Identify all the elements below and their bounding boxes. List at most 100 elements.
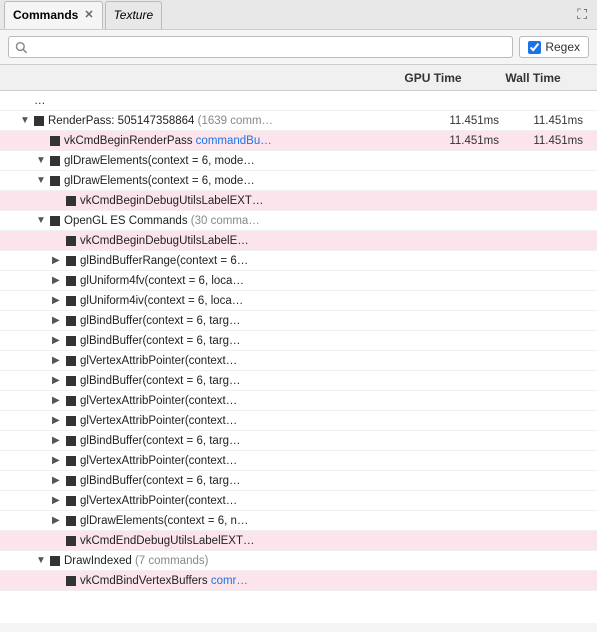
row-label: RenderPass: 505147358864 (1639 comm… <box>48 115 273 127</box>
main-container: Commands ✕ Texture ⛶ Regex GPU Time Wall… <box>0 0 597 623</box>
row-icon <box>66 576 76 586</box>
expand-icon[interactable]: ▶ <box>52 395 66 406</box>
table-row[interactable]: ▼ glDrawElements(context = 6, mode… <box>0 151 597 171</box>
row-icon <box>34 116 44 126</box>
regex-label: Regex <box>545 40 580 54</box>
expand-icon[interactable]: ▶ <box>52 415 66 426</box>
tab-bar: Commands ✕ Texture ⛶ <box>0 0 597 30</box>
table-row[interactable]: ▶ glBindBuffer(context = 6, targ… <box>0 471 597 491</box>
row-label: glVertexAttribPointer(context… <box>80 355 237 367</box>
table-row[interactable]: ▶ glVertexAttribPointer(context… <box>0 351 597 371</box>
expand-icon[interactable]: ▶ <box>52 515 66 526</box>
expand-icon[interactable]: ▶ <box>52 455 66 466</box>
expand-icon[interactable]: ▼ <box>20 115 34 126</box>
row-label: glVertexAttribPointer(context… <box>80 395 237 407</box>
row-label: glBindBuffer(context = 6, targ… <box>80 375 241 387</box>
table-row[interactable]: ▶ glUniform4fv(context = 6, loca… <box>0 271 597 291</box>
row-label: vkCmdBeginDebugUtilsLabelEXT… <box>80 195 263 207</box>
row-icon <box>66 516 76 526</box>
tab-commands[interactable]: Commands ✕ <box>4 1 103 29</box>
expand-icon[interactable]: ▶ <box>52 435 66 446</box>
maximize-button[interactable]: ⛶ <box>571 6 593 23</box>
table-row[interactable]: ▶ glBindBuffer(context = 6, targ… <box>0 311 597 331</box>
table-row[interactable]: ▼ RenderPass: 505147358864 (1639 comm… 11.… <box>0 111 597 131</box>
table-row[interactable]: vkCmdEndDebugUtilsLabelEXT… <box>0 531 597 551</box>
row-icon <box>50 136 60 146</box>
expand-icon[interactable]: ▶ <box>52 375 66 386</box>
expand-icon[interactable]: ▶ <box>52 295 66 306</box>
wall-time: 11.451ms <box>507 115 597 127</box>
expand-icon[interactable]: ▶ <box>52 355 66 366</box>
row-icon <box>50 556 60 566</box>
table-row[interactable]: ▼ DrawIndexed (7 commands) <box>0 551 597 571</box>
row-label: vkCmdBeginRenderPass commandBu… <box>64 135 272 147</box>
row-icon <box>66 376 76 386</box>
row-label: glDrawElements(context = 6, mode… <box>64 175 255 187</box>
table-row[interactable]: ▼ OpenGL ES Commands (30 comma… <box>0 211 597 231</box>
table-row[interactable]: ▶ glVertexAttribPointer(context… <box>0 391 597 411</box>
col-wall-header: Wall Time <box>483 71 583 85</box>
row-label: glBindBuffer(context = 6, targ… <box>80 315 241 327</box>
row-label: glDrawElements(context = 6, n… <box>80 515 248 527</box>
tree-container[interactable]: … ▼ RenderPass: 505147358864 (1639 comm… 11… <box>0 91 597 623</box>
row-icon <box>66 456 76 466</box>
row-icon <box>66 396 76 406</box>
row-icon <box>50 176 60 186</box>
table-row[interactable]: ▶ glBindBuffer(context = 6, targ… <box>0 431 597 451</box>
table-row[interactable]: … <box>0 91 597 111</box>
regex-checkbox[interactable] <box>528 41 541 54</box>
expand-icon[interactable]: ▼ <box>36 215 50 226</box>
table-row[interactable]: vkCmdBeginDebugUtilsLabelEXT… <box>0 191 597 211</box>
row-icon <box>66 296 76 306</box>
table-row[interactable]: vkCmdBindVertexBuffers comr… <box>0 571 597 591</box>
search-input[interactable] <box>32 40 507 54</box>
row-icon <box>66 436 76 446</box>
expand-icon[interactable]: ▼ <box>36 155 50 166</box>
expand-icon[interactable]: ▶ <box>52 275 66 286</box>
row-icon <box>66 196 76 206</box>
table-row[interactable]: ▶glVertexAttribPointer(context… <box>0 491 597 511</box>
expand-icon[interactable]: ▶ <box>52 475 66 486</box>
row-icon <box>50 156 60 166</box>
expand-icon[interactable]: ▼ <box>36 555 50 566</box>
row-label: glBindBuffer(context = 6, targ… <box>80 475 241 487</box>
row-label: vkCmdEndDebugUtilsLabelEXT… <box>80 535 255 547</box>
row-label: glBindBuffer(context = 6, targ… <box>80 435 241 447</box>
expand-icon[interactable]: ▼ <box>36 175 50 186</box>
row-label: glUniform4fv(context = 6, loca… <box>80 275 244 287</box>
table-row[interactable]: vkCmdBeginDebugUtilsLabelE… <box>0 231 597 251</box>
expand-icon[interactable]: ▶ <box>52 255 66 266</box>
col-gpu-header: GPU Time <box>383 71 483 85</box>
row-icon <box>66 416 76 426</box>
row-label: OpenGL ES Commands (30 comma… <box>64 215 260 227</box>
table-row[interactable]: ▶ glUniform4iv(context = 6, loca… <box>0 291 597 311</box>
row-label: glDrawElements(context = 6, mode… <box>64 155 255 167</box>
expand-icon[interactable]: ▶ <box>52 315 66 326</box>
row-icon <box>66 356 76 366</box>
table-row[interactable]: ▶ glBindBuffer(context = 6, targ… <box>0 331 597 351</box>
close-commands-tab[interactable]: ✕ <box>84 8 93 21</box>
tab-commands-label: Commands <box>13 8 78 22</box>
row-label: vkCmdBeginDebugUtilsLabelE… <box>80 235 249 247</box>
table-row[interactable]: ▶ glDrawElements(context = 6, n… <box>0 511 597 531</box>
table-row[interactable]: ▶glVertexAttribPointer(context… <box>0 411 597 431</box>
table-row[interactable]: ▶ glVertexAttribPointer(context… <box>0 451 597 471</box>
table-row[interactable]: ▶ glBindBuffer(context = 6, targ… <box>0 371 597 391</box>
row-icon <box>66 536 76 546</box>
column-headers: GPU Time Wall Time <box>0 65 597 91</box>
row-label: glUniform4iv(context = 6, loca… <box>80 295 243 307</box>
row-label: DrawIndexed (7 commands) <box>64 555 208 567</box>
expand-icon[interactable]: ▶ <box>52 335 66 346</box>
search-input-wrap[interactable] <box>8 36 513 58</box>
row-label: glBindBuffer(context = 6, targ… <box>80 335 241 347</box>
row-label: glVertexAttribPointer(context… <box>80 455 237 467</box>
tab-texture[interactable]: Texture <box>105 1 163 29</box>
regex-button[interactable]: Regex <box>519 36 589 58</box>
table-row[interactable]: ▶glBindBufferRange(context = 6… <box>0 251 597 271</box>
table-row[interactable]: ▼ glDrawElements(context = 6, mode… <box>0 171 597 191</box>
expand-icon[interactable]: ▶ <box>52 495 66 506</box>
table-row[interactable]: vkCmdBeginRenderPass commandBu…11.451ms1… <box>0 131 597 151</box>
row-icon <box>66 256 76 266</box>
tab-texture-label: Texture <box>114 8 154 22</box>
row-icon <box>66 316 76 326</box>
